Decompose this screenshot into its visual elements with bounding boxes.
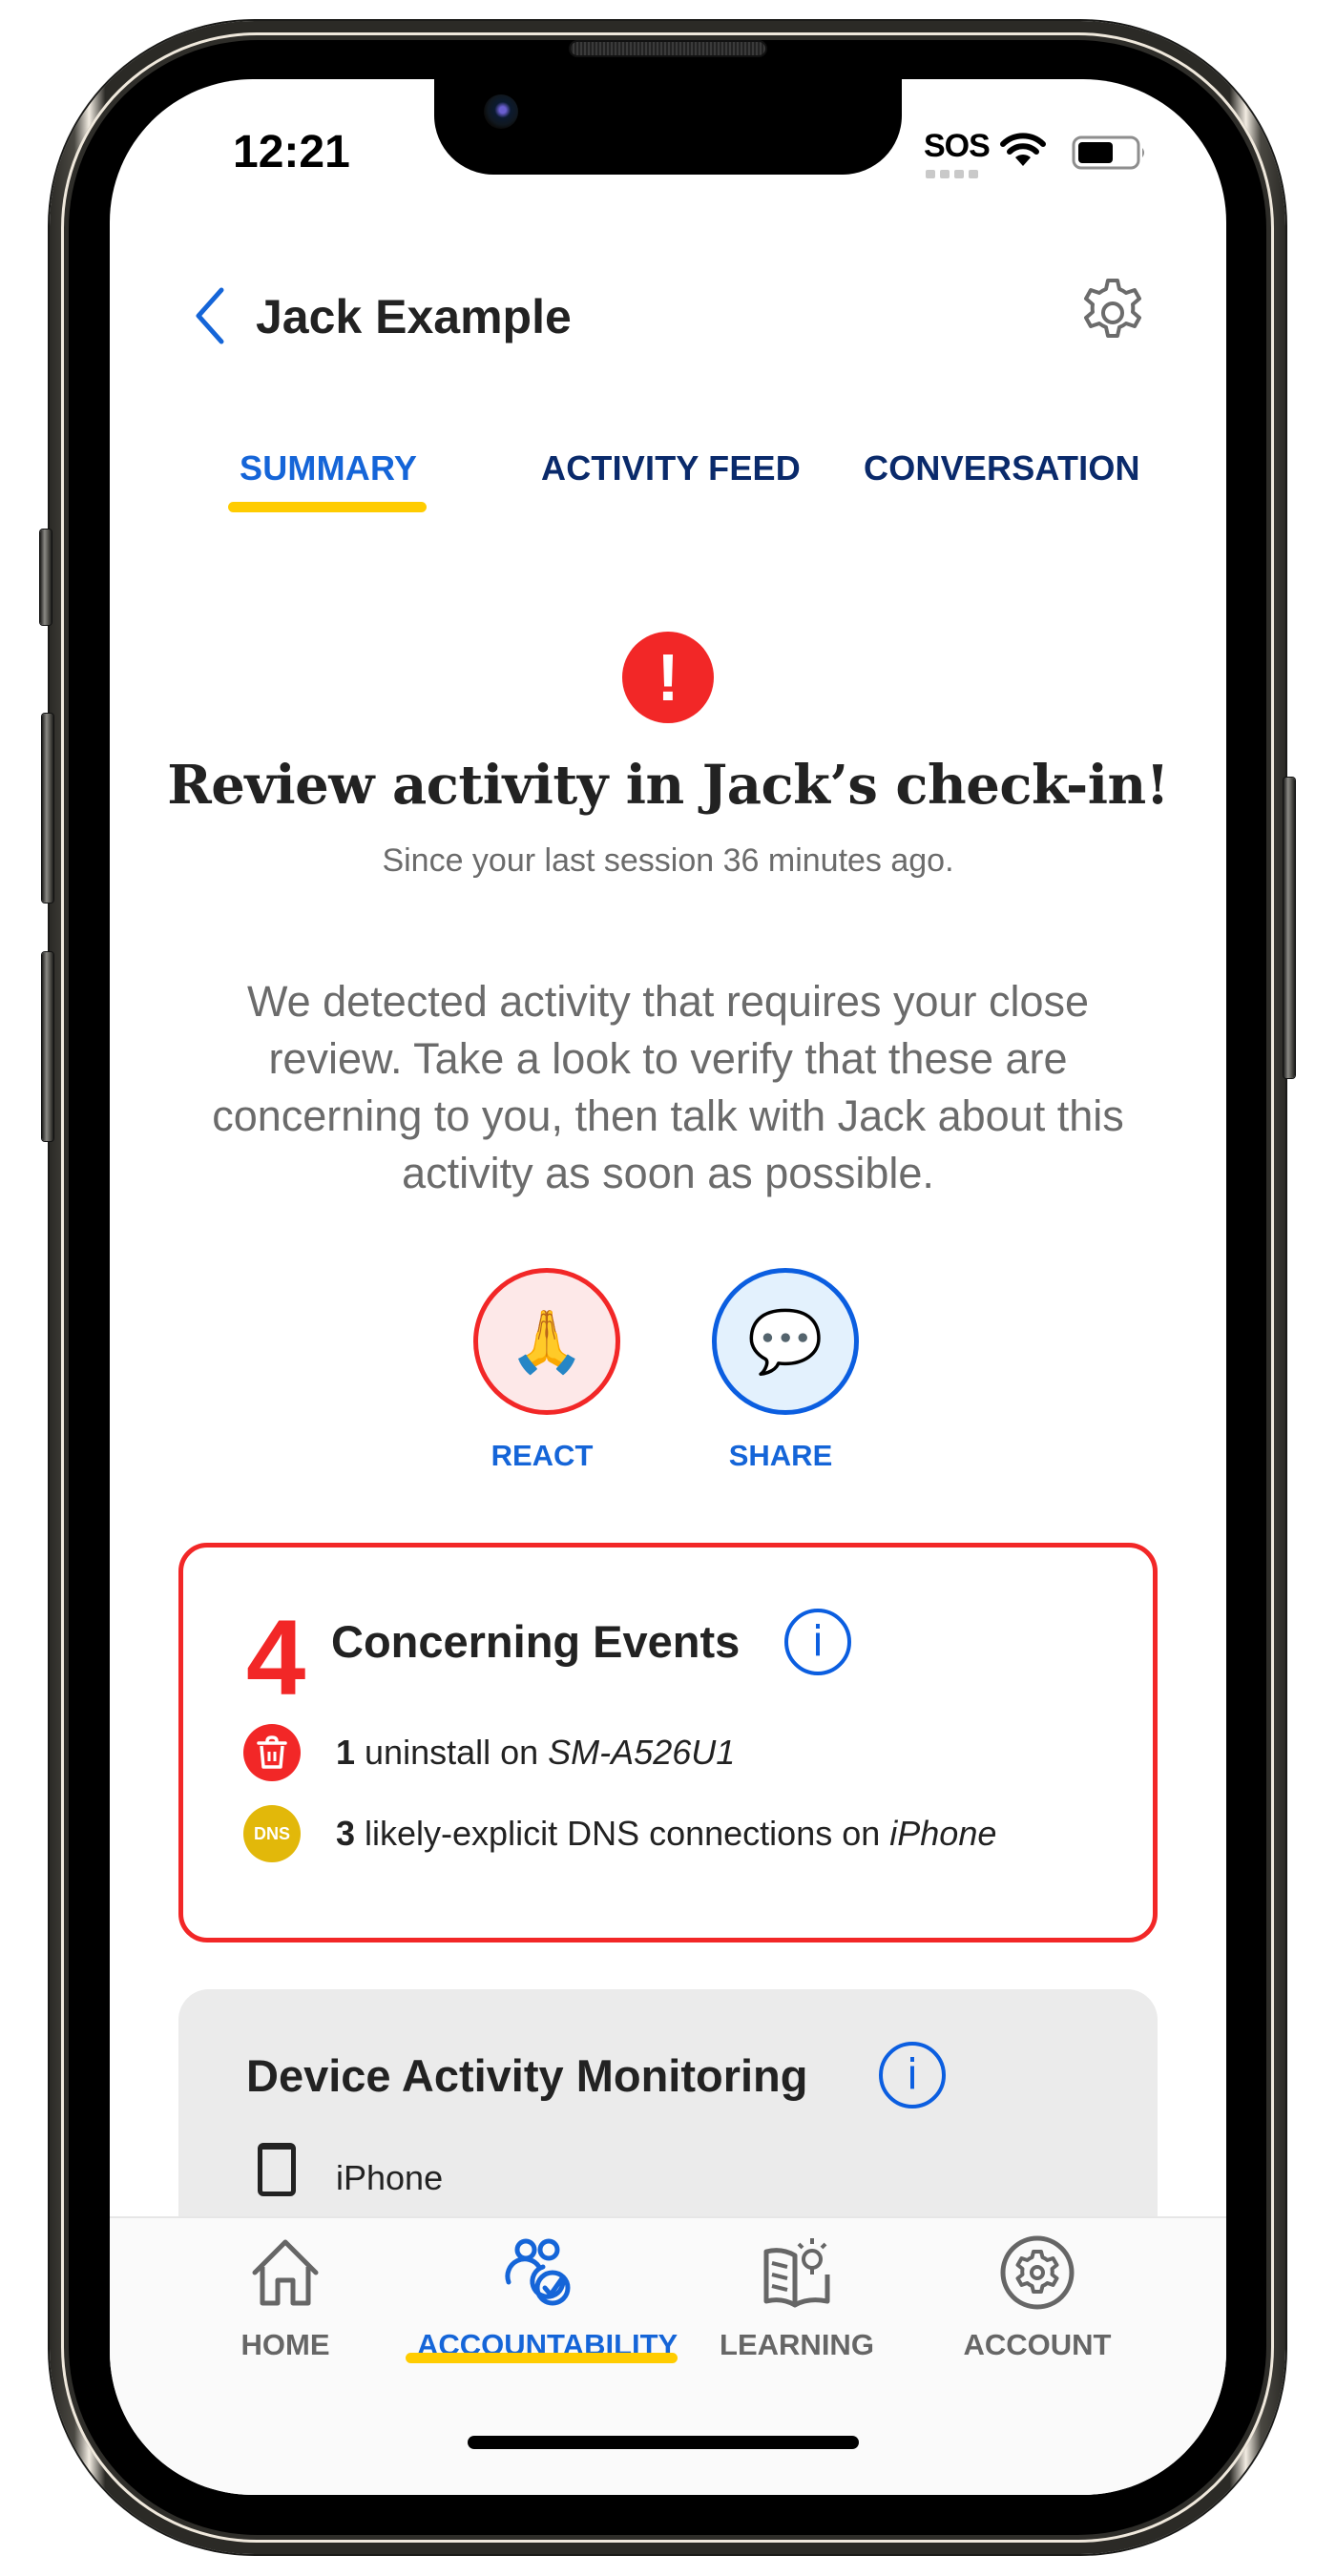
event-description: likely-explicit DNS connections on bbox=[355, 1814, 890, 1853]
event-dns[interactable]: 3 likely-explicit DNS connections on iPh… bbox=[336, 1814, 996, 1854]
concerning-events-count: 4 bbox=[246, 1598, 306, 1717]
power-button bbox=[1284, 778, 1295, 1078]
event-count: 3 bbox=[336, 1814, 356, 1853]
device-monitoring-info-icon[interactable]: i bbox=[879, 2042, 946, 2109]
tab-activity-feed[interactable]: ACTIVITY FEED bbox=[541, 448, 801, 488]
account-gear-icon bbox=[1000, 2235, 1075, 2310]
nav-learning[interactable]: LEARNING bbox=[673, 2233, 921, 2362]
exclamation-alert-icon: ! bbox=[622, 632, 714, 723]
concerning-events-heading: Concerning Events bbox=[331, 1616, 741, 1667]
dns-icon: DNS bbox=[243, 1805, 301, 1862]
back-chevron-icon[interactable] bbox=[191, 286, 229, 345]
tab-summary[interactable]: SUMMARY bbox=[240, 448, 417, 488]
home-icon bbox=[252, 2239, 319, 2306]
device-monitoring-heading: Device Activity Monitoring bbox=[246, 2050, 808, 2101]
react-button[interactable]: 🙏 bbox=[473, 1268, 620, 1415]
phone-screen: 12:21 SOS Jack Example SUMMARY ACTIVITY … bbox=[110, 79, 1226, 2495]
alert-description: We detected activity that requires your … bbox=[212, 977, 1124, 1197]
nav-home[interactable]: HOME bbox=[161, 2233, 409, 2362]
event-device: iPhone bbox=[889, 1814, 997, 1853]
nav-accountability[interactable]: ACCOUNTABILITY bbox=[417, 2233, 678, 2362]
tab-conversation[interactable]: CONVERSATION bbox=[864, 448, 1140, 488]
signal-dots bbox=[926, 170, 978, 178]
alert-title: Review activity in Jack’s check-in! bbox=[167, 754, 1169, 817]
praying-hands-icon: 🙏 bbox=[509, 1306, 585, 1376]
speech-bubble-icon: 💬 bbox=[747, 1306, 824, 1376]
mute-switch bbox=[40, 530, 52, 625]
active-tab-indicator bbox=[228, 502, 427, 512]
home-indicator[interactable] bbox=[468, 2436, 859, 2449]
earpiece-speaker bbox=[571, 42, 765, 55]
alert-subtitle: Since your last session 36 minutes ago. bbox=[382, 842, 954, 879]
dns-icon-label: DNS bbox=[253, 1823, 290, 1843]
battery-icon bbox=[1072, 135, 1144, 170]
page-title: Jack Example bbox=[256, 290, 572, 343]
volume-up-button bbox=[42, 714, 53, 903]
trash-icon bbox=[243, 1724, 301, 1781]
nav-account-label: ACCOUNT bbox=[963, 2328, 1112, 2361]
settings-gear-icon[interactable] bbox=[1076, 277, 1149, 349]
volume-down-button bbox=[42, 952, 53, 1141]
wifi-icon bbox=[1000, 133, 1046, 166]
nav-home-label: HOME bbox=[240, 2328, 330, 2361]
device-name[interactable]: iPhone bbox=[336, 2158, 443, 2198]
event-description: uninstall on bbox=[355, 1733, 549, 1772]
share-label[interactable]: SHARE bbox=[685, 1439, 876, 1473]
active-nav-indicator bbox=[406, 2353, 678, 2363]
react-label[interactable]: REACT bbox=[447, 1439, 637, 1473]
event-count: 1 bbox=[336, 1733, 356, 1772]
front-camera bbox=[484, 94, 518, 129]
nav-learning-label: LEARNING bbox=[720, 2328, 874, 2361]
status-time: 12:21 bbox=[233, 127, 350, 177]
carrier-label: SOS bbox=[924, 128, 991, 164]
event-device: SM-A526U1 bbox=[548, 1733, 736, 1772]
event-uninstall[interactable]: 1 uninstall on SM-A526U1 bbox=[336, 1733, 735, 1773]
share-button[interactable]: 💬 bbox=[712, 1268, 859, 1415]
learning-icon bbox=[763, 2238, 830, 2308]
nav-account[interactable]: ACCOUNT bbox=[913, 2233, 1161, 2362]
accountability-icon bbox=[505, 2238, 571, 2306]
phone-icon bbox=[258, 2143, 296, 2196]
concerning-events-info-icon[interactable]: i bbox=[784, 1609, 851, 1675]
